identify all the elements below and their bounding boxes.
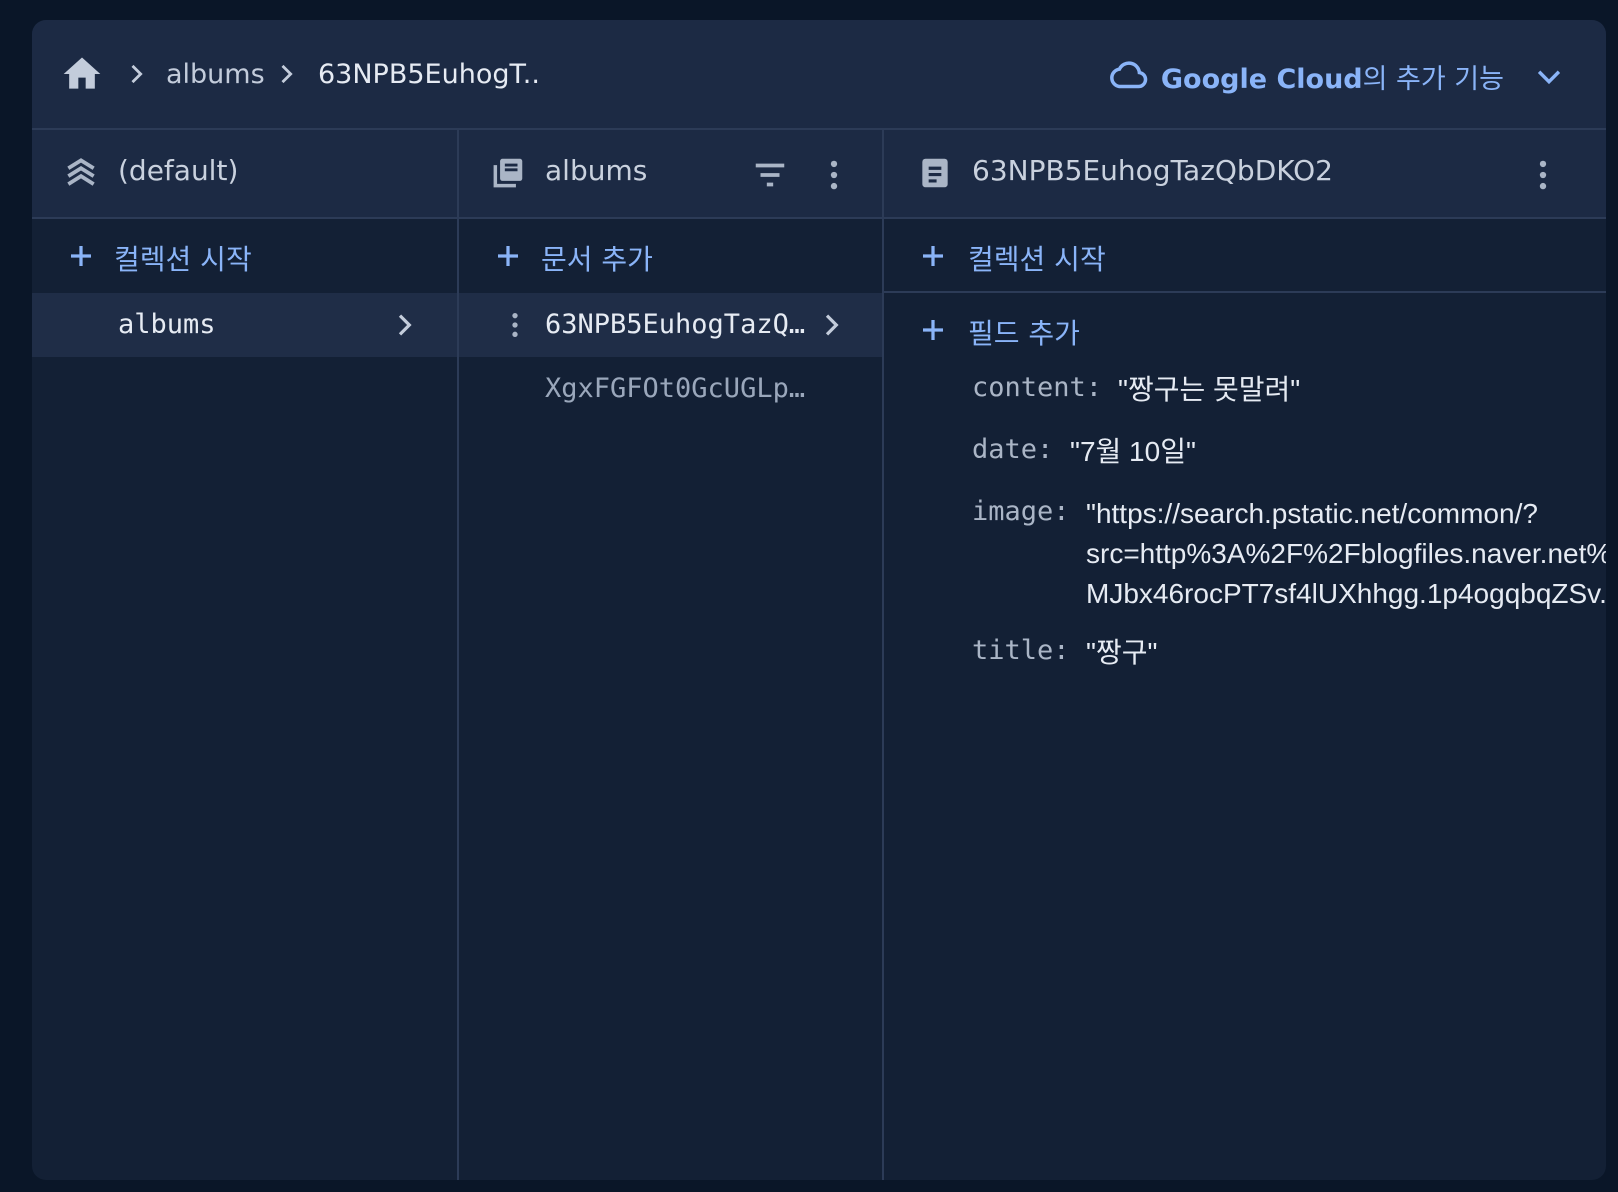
chevron-right-icon (272, 60, 300, 88)
field-key: date: (972, 434, 1054, 465)
add-document-label: 문서 추가 (541, 243, 653, 276)
field-key: title: (972, 635, 1070, 666)
field-value: "짱구는 못말려" (1118, 374, 1301, 405)
plus-icon (918, 241, 948, 271)
collection-name: albums (118, 309, 216, 340)
add-document-button[interactable]: 문서 추가 (459, 219, 882, 293)
collection-title: albums (545, 154, 648, 187)
start-collection-label: 컬렉션 시작 (114, 243, 252, 276)
field-value: "7월 10일" (1070, 436, 1196, 467)
document-icon (916, 154, 954, 192)
database-icon (62, 154, 100, 192)
more-vert-icon[interactable] (499, 309, 531, 341)
plus-icon (493, 241, 523, 271)
chevron-right-icon (815, 309, 847, 341)
field-key: content: (972, 372, 1103, 403)
collection-icon (489, 154, 527, 192)
add-field-label: 필드 추가 (968, 317, 1080, 350)
list-item[interactable]: XgxFGFOt0GcUGLp… (459, 357, 882, 421)
collection-column-header: albums (459, 130, 882, 219)
field-row-title[interactable]: title: "짱구" (972, 633, 1606, 677)
breadcrumb-document[interactable]: 63NPB5EuhogT.. (318, 54, 540, 94)
top-bar: albums 63NPB5EuhogT.. Google Cloud의 추가 기… (32, 20, 1606, 130)
root-column: (default) 컬렉션 시작 albums (32, 130, 457, 1180)
filter-icon[interactable] (751, 156, 789, 194)
plus-icon (66, 241, 96, 271)
more-vert-icon[interactable] (1524, 156, 1562, 194)
start-collection-label: 컬렉션 시작 (968, 243, 1106, 276)
field-value-line: MJbx46rocPT7sf4lUXhhgg.1p4ogqbqZSv. (1086, 578, 1606, 609)
chevron-right-icon (388, 309, 420, 341)
document-column: 63NPB5EuhogTazQbDKO2 컬렉션 시작 필드 추가 conten… (882, 130, 1606, 1180)
home-icon[interactable] (60, 52, 104, 96)
plus-icon (918, 315, 948, 345)
document-id: 63NPB5EuhogTazQ… (545, 309, 806, 340)
document-title: 63NPB5EuhogTazQbDKO2 (972, 154, 1333, 187)
field-value: "짱구" (1086, 637, 1158, 668)
start-collection-button[interactable]: 컬렉션 시작 (32, 219, 457, 293)
chevron-down-icon[interactable] (1532, 59, 1566, 93)
field-value-line: "https://search.pstatic.net/common/? (1086, 498, 1538, 529)
document-id: XgxFGFOt0GcUGLp… (545, 373, 806, 404)
more-vert-icon[interactable] (815, 156, 853, 194)
field-row-image[interactable]: image: "https://search.pstatic.net/commo… (972, 494, 1606, 618)
root-column-header: (default) (32, 130, 457, 219)
firestore-panel: albums 63NPB5EuhogT.. Google Cloud의 추가 기… (32, 20, 1606, 1180)
google-cloud-label: Google Cloud의 추가 기능 (1160, 63, 1504, 95)
collection-column: albums 문서 추가 63NPB5EuhogTazQ… XgxFGFOt0G… (457, 130, 882, 1180)
add-field-button[interactable]: 필드 추가 (884, 293, 1606, 367)
cloud-icon (1107, 55, 1149, 97)
field-row-date[interactable]: date: "7월 10일" (972, 432, 1606, 476)
field-value-line: src=http%3A%2F%2Fblogfiles.naver.net%2 (1086, 538, 1606, 569)
database-title: (default) (118, 154, 239, 187)
list-item[interactable]: albums (32, 293, 457, 357)
breadcrumb-albums[interactable]: albums (166, 54, 265, 94)
chevron-right-icon (122, 60, 150, 88)
start-subcollection-button[interactable]: 컬렉션 시작 (884, 219, 1606, 293)
google-cloud-menu[interactable]: Google Cloud의 추가 기능 (1107, 54, 1566, 98)
document-column-header: 63NPB5EuhogTazQbDKO2 (884, 130, 1606, 219)
list-item[interactable]: 63NPB5EuhogTazQ… (459, 293, 882, 357)
field-row-content[interactable]: content: "짱구는 못말려" (972, 370, 1606, 414)
field-key: image: (972, 496, 1070, 527)
